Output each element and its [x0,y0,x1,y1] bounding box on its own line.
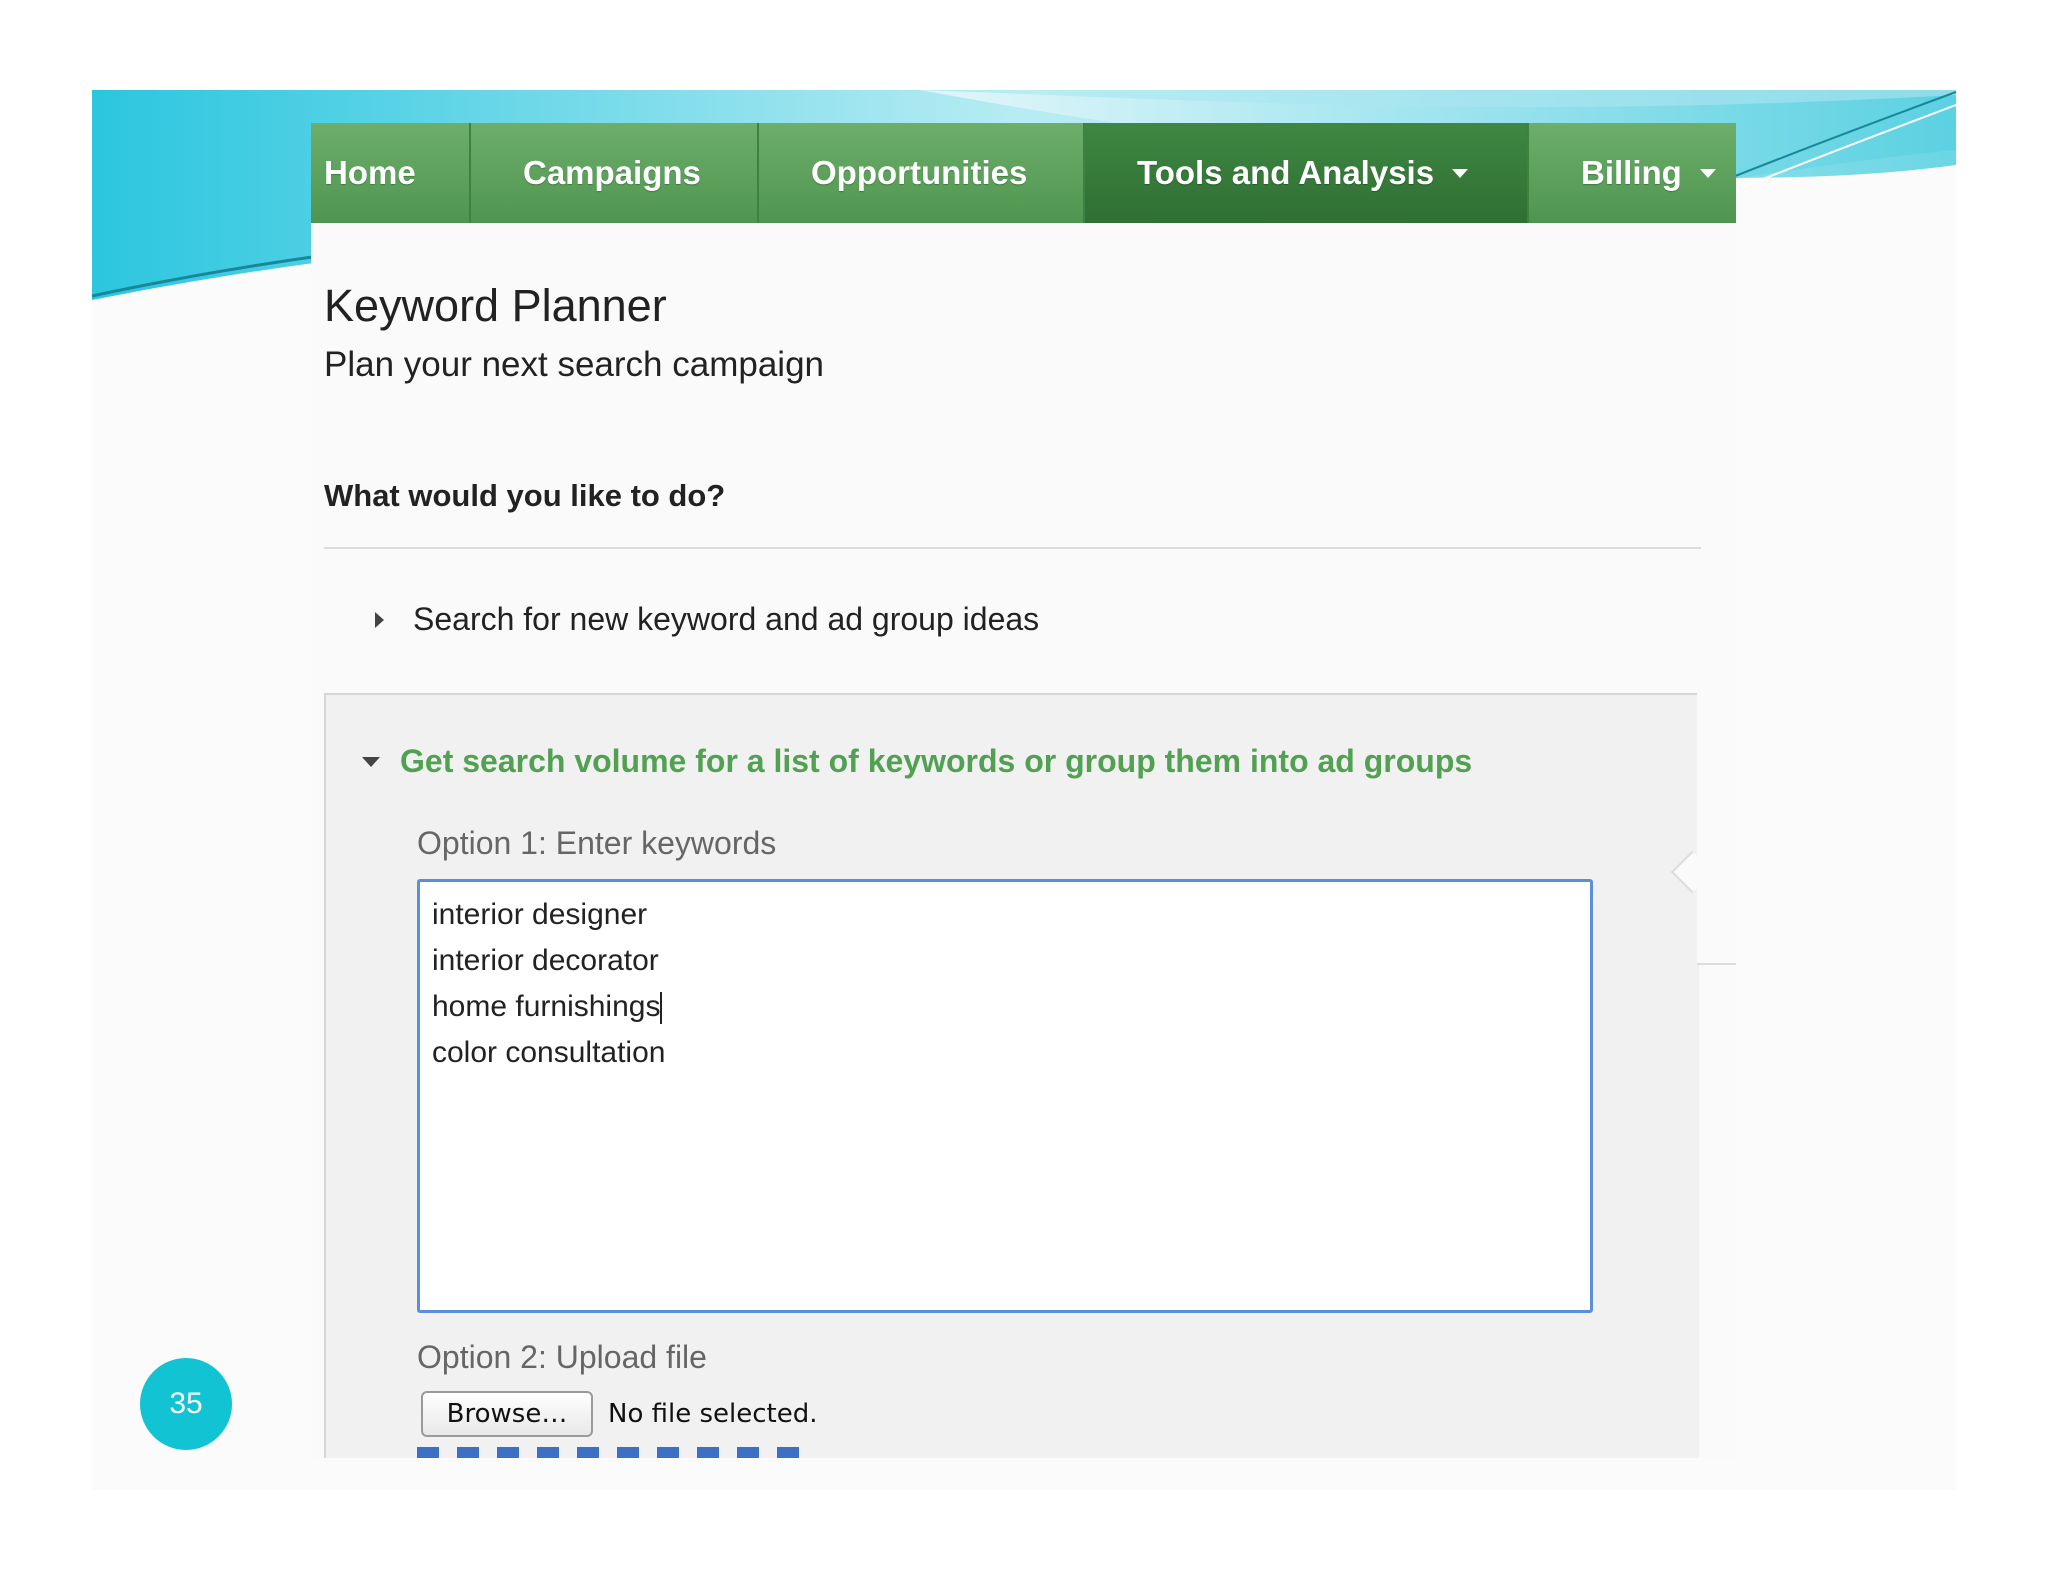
browse-button[interactable]: Browse… [421,1391,593,1437]
nav-opportunities[interactable]: Opportunities [759,123,1085,223]
nav-home[interactable]: Home [311,123,471,223]
text-cursor [660,992,663,1025]
search-new-keywords-label: Search for new keyword and ad group idea… [413,601,1040,637]
top-nav: Home Campaigns Opportunities Tools and A… [311,123,1736,223]
divider [324,547,1701,549]
nav-opportunities-label: Opportunities [811,154,1028,191]
truncated-link[interactable] [417,1447,817,1458]
triangle-right-icon [375,611,384,628]
get-search-volume-label: Get search volume for a list of keywords… [400,743,1473,779]
keywords-textarea[interactable]: interior designer interior decorator hom… [417,879,1593,1313]
panel-side-gap [1697,693,1736,965]
keyword-line: color consultation [432,1036,666,1069]
section-question: What would you like to do? [324,478,726,513]
option1-label: Option 1: Enter keywords [417,825,777,861]
nav-tools-label: Tools and Analysis [1137,154,1435,191]
nav-home-label: Home [324,154,416,191]
keyword-planner-screenshot: Home Campaigns Opportunities Tools and A… [311,123,1736,1458]
page-number-badge: 35 [140,1358,232,1450]
search-new-keywords-option[interactable]: Search for new keyword and ad group idea… [375,601,1039,638]
get-search-volume-option[interactable]: Get search volume for a list of keywords… [362,743,1472,780]
keyword-line: interior decorator [432,944,659,977]
nav-billing[interactable]: Billing [1529,123,1736,223]
keyword-line: interior designer [432,898,648,931]
caret-down-icon [1452,168,1469,178]
nav-campaigns-label: Campaigns [523,154,701,191]
keyword-line-with-cursor: home furnishings [432,984,1578,1030]
option2-label: Option 2: Upload file [417,1339,707,1375]
nav-campaigns[interactable]: Campaigns [471,123,759,223]
keyword-line: home furnishings [432,990,661,1023]
page-title: Keyword Planner [324,280,667,331]
page-subtitle: Plan your next search campaign [324,345,824,384]
nav-billing-label: Billing [1581,154,1682,191]
triangle-down-icon [362,756,380,767]
file-status-text: No file selected. [608,1399,818,1429]
caret-down-icon [1699,168,1716,178]
nav-tools-and-analysis[interactable]: Tools and Analysis [1085,123,1529,223]
